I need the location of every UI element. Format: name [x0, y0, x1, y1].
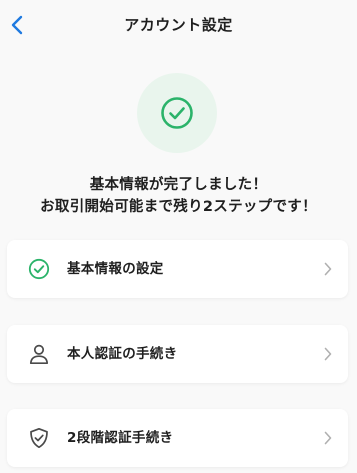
- completion-message: 基本情報が完了しました！ お取引開始可能まで残り2ステップです！: [0, 174, 357, 218]
- shield-check-icon: [30, 427, 48, 449]
- step-card-basic-info[interactable]: 基本情報の設定: [7, 240, 348, 298]
- header: アカウント設定: [0, 0, 357, 50]
- step-icon-wrapper: [27, 426, 51, 450]
- completion-message-line2: お取引開始可能まで残り2ステップです！: [40, 199, 317, 215]
- completion-message-line1: 基本情報が完了しました！: [89, 177, 268, 193]
- step-label: 基本情報の設定: [67, 261, 164, 277]
- chevron-right-icon: [322, 345, 334, 363]
- step-icon-wrapper: [27, 342, 51, 366]
- step-card-two-factor[interactable]: 2段階認証手続き: [7, 409, 348, 467]
- step-label: 本人認証の手続き: [67, 346, 178, 362]
- check-circle-icon: [28, 258, 50, 280]
- step-icon-wrapper: [27, 257, 51, 281]
- person-icon: [29, 344, 49, 365]
- page-title: アカウント設定: [124, 16, 233, 34]
- check-circle-icon: [161, 97, 193, 129]
- completion-badge: [137, 73, 217, 153]
- chevron-right-icon: [322, 429, 334, 447]
- step-card-identity-verification[interactable]: 本人認証の手続き: [7, 325, 348, 383]
- step-label: 2段階認証手続き: [67, 430, 174, 446]
- chevron-right-icon: [322, 260, 334, 278]
